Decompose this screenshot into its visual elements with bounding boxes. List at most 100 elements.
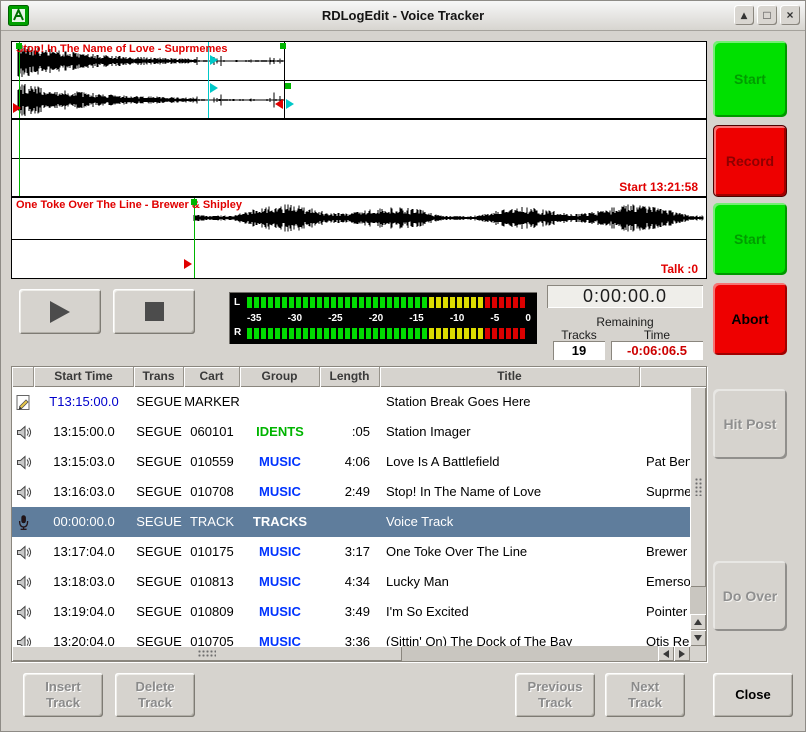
- column-header-icon[interactable]: [12, 367, 34, 387]
- log-row[interactable]: 13:18:03.0SEGUE010813MUSIC4:34Lucky ManE…: [12, 567, 690, 597]
- cell-start-time: T13:15:00.0: [34, 387, 134, 417]
- fade-marker-arrow[interactable]: [210, 83, 218, 93]
- column-header-group[interactable]: Group: [240, 367, 320, 387]
- window-title: RDLogEdit - Voice Tracker: [1, 8, 805, 23]
- log-row[interactable]: 13:17:04.0SEGUE010175MUSIC3:17One Toke O…: [12, 537, 690, 567]
- led-segment: [317, 328, 322, 339]
- cell-icon: [12, 387, 34, 417]
- led-segment: [506, 297, 511, 308]
- column-header-length[interactable]: Length: [320, 367, 380, 387]
- column-header-start-time[interactable]: Start Time: [34, 367, 134, 387]
- led-segment: [436, 297, 441, 308]
- close-button[interactable]: Close: [713, 673, 793, 717]
- close-button[interactable]: ×: [780, 5, 800, 25]
- scroll-right-button[interactable]: [674, 646, 690, 661]
- start-marker-arrow[interactable]: [13, 103, 21, 113]
- meter-scale-label: -35: [247, 313, 261, 324]
- start-marker-handle[interactable]: [16, 43, 22, 49]
- start-time-label: Start 13:21:58: [619, 180, 698, 194]
- column-header-cart[interactable]: Cart: [184, 367, 240, 387]
- cell-trans: SEGUE: [134, 507, 184, 537]
- shade-button[interactable]: ▴: [734, 5, 754, 25]
- log-row[interactable]: 13:16:03.0SEGUE010708MUSIC2:49Stop! In T…: [12, 477, 690, 507]
- column-header-title[interactable]: Title: [380, 367, 640, 387]
- cell-cart: 060101: [184, 417, 240, 447]
- end-marker-arrow[interactable]: [286, 99, 294, 109]
- cell-title: Love Is A Battlefield: [380, 447, 640, 477]
- log-row[interactable]: T13:15:00.0SEGUEMARKERStation Break Goes…: [12, 387, 690, 417]
- cell-artist: Pat Benatar: [640, 447, 690, 477]
- record-position-line[interactable]: [19, 120, 20, 196]
- track2-waveform-panel[interactable]: One Toke Over The Line - Brewer & Shiple…: [11, 197, 707, 279]
- cell-cart: 010813: [184, 567, 240, 597]
- insert-track-button[interactable]: Insert Track: [23, 673, 103, 717]
- remaining-label: Remaining: [547, 315, 703, 329]
- log-row[interactable]: 13:15:00.0SEGUE060101IDENTS:05Station Im…: [12, 417, 690, 447]
- record-button[interactable]: Record: [713, 125, 787, 197]
- hit-post-button[interactable]: Hit Post: [713, 389, 787, 459]
- log-body[interactable]: T13:15:00.0SEGUEMARKERStation Break Goes…: [12, 387, 690, 646]
- led-segment: [296, 328, 301, 339]
- led-segment: [520, 297, 525, 308]
- column-header-trans[interactable]: Trans: [134, 367, 184, 387]
- arrow-left-icon: [663, 650, 669, 658]
- horizontal-scrollbar[interactable]: [12, 646, 690, 661]
- end-marker-arrow[interactable]: [275, 99, 283, 109]
- meter-scale-label: -30: [288, 313, 302, 324]
- led-segment: [443, 297, 448, 308]
- led-segment: [247, 328, 252, 339]
- led-segment: [422, 297, 427, 308]
- log-row[interactable]: 13:15:03.0SEGUE010559MUSIC4:06Love Is A …: [12, 447, 690, 477]
- log-row[interactable]: 13:19:04.0SEGUE010809MUSIC3:49I'm So Exc…: [12, 597, 690, 627]
- led-segment: [303, 328, 308, 339]
- led-segment: [338, 297, 343, 308]
- end-marker-line[interactable]: [284, 42, 285, 118]
- maximize-button[interactable]: □: [757, 5, 777, 25]
- led-segment: [275, 297, 280, 308]
- log-row[interactable]: 00:00:00.0SEGUETRACKTRACKSVoice Track: [12, 507, 690, 537]
- meter-scale-label: -10: [450, 313, 464, 324]
- thumb-grip: [695, 478, 702, 496]
- play-button[interactable]: [19, 289, 101, 334]
- start-track2-button[interactable]: Start: [713, 203, 787, 275]
- led-segment: [422, 328, 427, 339]
- vscroll-thumb[interactable]: [690, 387, 706, 587]
- led-segment: [282, 328, 287, 339]
- cell-length: 3:36: [320, 627, 380, 646]
- voice-track-panel[interactable]: Start 13:21:58: [11, 119, 707, 197]
- previous-track-button[interactable]: Previous Track: [515, 673, 595, 717]
- led-segment: [387, 328, 392, 339]
- segue-marker-handle[interactable]: [191, 199, 197, 205]
- vertical-scrollbar[interactable]: [690, 387, 706, 646]
- led-segment: [492, 297, 497, 308]
- cell-artist: Otis Reddin: [640, 627, 690, 646]
- segue-marker-arrow[interactable]: [184, 259, 192, 269]
- cell-icon: [12, 537, 34, 567]
- start-track1-button[interactable]: Start: [713, 41, 787, 117]
- scroll-left-button[interactable]: [658, 646, 674, 661]
- cell-artist: [640, 507, 690, 537]
- led-segment: [247, 297, 252, 308]
- remaining-tracks-label: Tracks: [553, 328, 605, 342]
- abort-button[interactable]: Abort: [713, 283, 787, 355]
- do-over-button[interactable]: Do Over: [713, 561, 787, 631]
- delete-track-button[interactable]: Delete Track: [115, 673, 195, 717]
- hscroll-thumb[interactable]: [12, 646, 402, 661]
- log-row[interactable]: 13:20:04.0SEGUE010705MUSIC3:36(Sittin' O…: [12, 627, 690, 646]
- end-marker-handle[interactable]: [285, 83, 291, 89]
- column-header-artist[interactable]: [640, 367, 706, 387]
- cell-group: MUSIC: [240, 627, 320, 646]
- stop-button[interactable]: [113, 289, 195, 334]
- led-segment: [485, 328, 490, 339]
- next-track-button[interactable]: Next Track: [605, 673, 685, 717]
- cell-cart: MARKER: [184, 387, 240, 417]
- led-segment: [401, 328, 406, 339]
- scroll-down-button[interactable]: [690, 630, 706, 646]
- track1-waveform-panel[interactable]: Stop! In The Name of Love - Suprmemes: [11, 41, 707, 119]
- cell-length: [320, 507, 380, 537]
- end-marker-handle[interactable]: [280, 43, 286, 49]
- cell-start-time: 13:18:03.0: [34, 567, 134, 597]
- led-segment: [387, 297, 392, 308]
- scroll-up-button[interactable]: [690, 614, 706, 630]
- fade-marker-arrow[interactable]: [210, 55, 218, 65]
